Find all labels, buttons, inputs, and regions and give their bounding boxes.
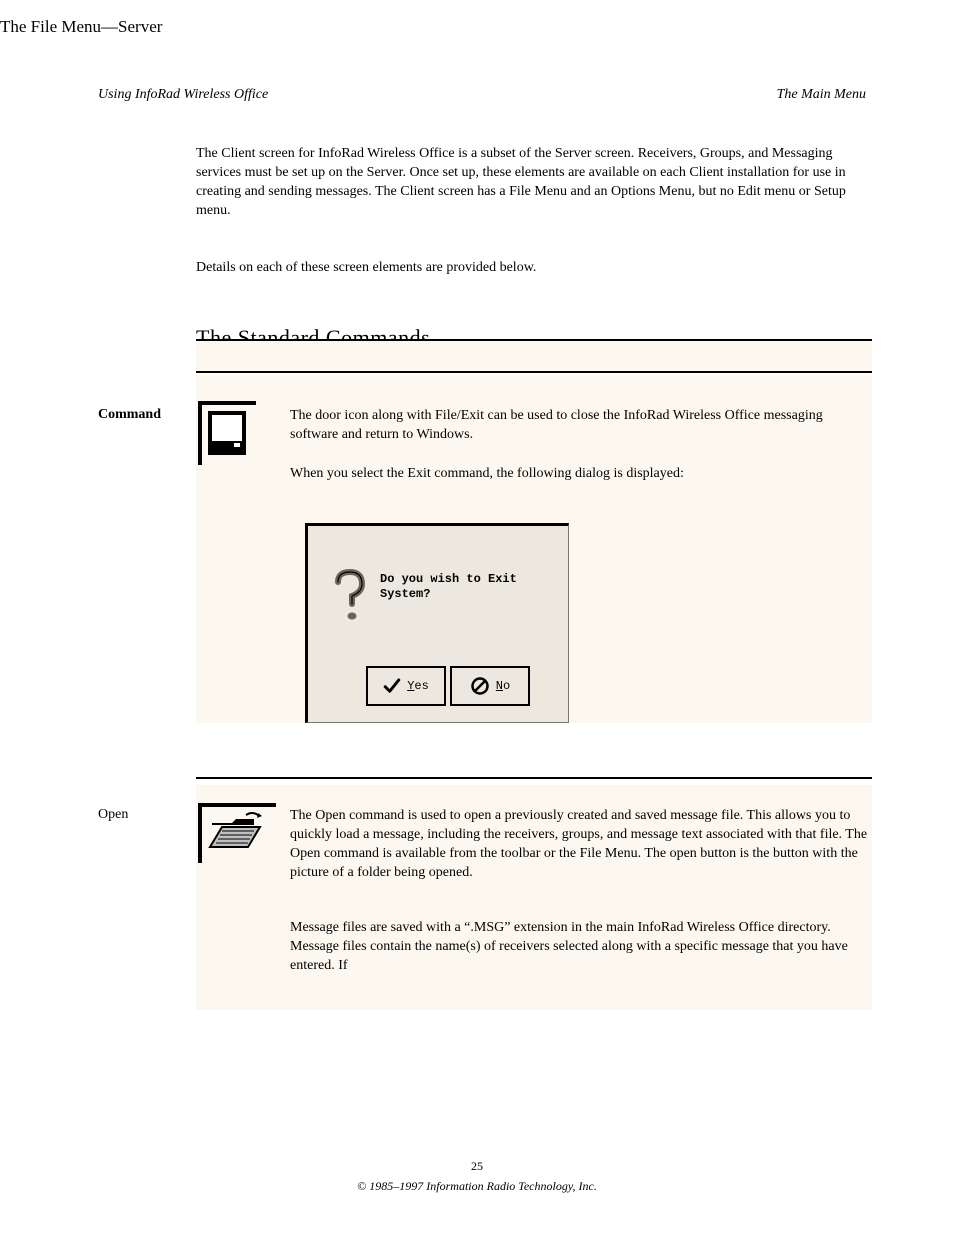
open-folder-icon <box>208 811 264 851</box>
runhead-left: Using InfoRad Wireless Office <box>98 87 268 103</box>
door-icon <box>208 411 246 455</box>
exit-icon-frame <box>198 401 256 465</box>
rule-file <box>196 777 872 779</box>
footer-copyright: © 1985–1997 Information Radio Technology… <box>0 1179 954 1194</box>
yes-button[interactable]: Yes <box>366 666 446 706</box>
open-description-2: Message files are saved with a “.MSG” ex… <box>290 919 870 976</box>
dialog-message: Do you wish to Exit System? <box>380 572 540 602</box>
page-number: 25 <box>0 1159 954 1174</box>
exit-confirm-dialog: Do you wish to Exit System? Yes No <box>305 523 569 723</box>
check-icon <box>383 677 401 695</box>
no-button[interactable]: No <box>450 666 530 706</box>
question-icon <box>330 568 368 624</box>
open-description-1: The Open command is used to open a previ… <box>290 807 870 883</box>
subsection-heading-file: The File Menu—Server <box>0 17 954 37</box>
no-entry-icon <box>470 676 490 696</box>
screen-details-note: Details on each of these screen elements… <box>196 259 872 278</box>
intro-paragraph: The Client screen for InfoRad Wireless O… <box>196 145 872 221</box>
exit-description-2: When you select the Exit command, the fo… <box>290 465 870 484</box>
runhead-right: The Main Menu <box>777 87 866 103</box>
row-label-open: Open <box>98 807 184 823</box>
open-icon-frame <box>198 803 276 863</box>
no-label: No <box>496 679 510 693</box>
yes-label: Yes <box>407 679 429 693</box>
rule-top <box>196 339 872 341</box>
row-label-command: Command <box>98 407 184 423</box>
exit-description-1: The door icon along with File/Exit can b… <box>290 407 870 445</box>
rule-mid <box>196 371 872 373</box>
page: Using InfoRad Wireless Office The Main M… <box>0 17 954 1252</box>
band-header <box>196 341 872 371</box>
